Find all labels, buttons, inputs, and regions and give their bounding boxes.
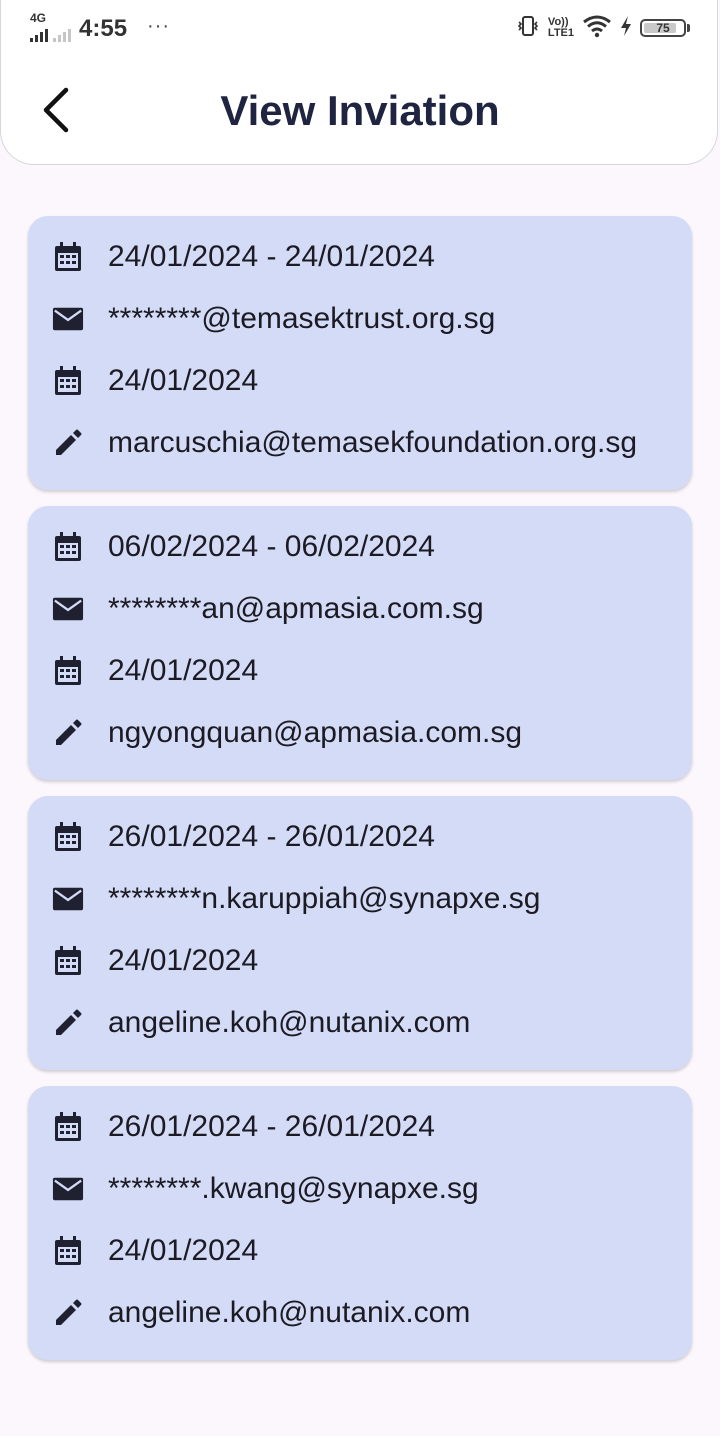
- created-by-email: angeline.koh@nutanix.com: [108, 1006, 471, 1039]
- mail-icon: [52, 1173, 84, 1205]
- invitee-email: ********@temasektrust.org.sg: [108, 302, 496, 335]
- created-by-row: angeline.koh@nutanix.com: [28, 1282, 692, 1344]
- invitation-card[interactable]: 24/01/2024 - 24/01/2024 ********@temasek…: [28, 216, 692, 490]
- calendar-icon: [52, 241, 84, 273]
- created-date-row: 24/01/2024: [28, 1220, 692, 1282]
- date-range: 06/02/2024 - 06/02/2024: [108, 530, 435, 563]
- date-range: 26/01/2024 - 26/01/2024: [108, 820, 435, 853]
- created-date: 24/01/2024: [108, 654, 259, 687]
- pencil-icon: [52, 1007, 84, 1039]
- calendar-icon: [52, 365, 84, 397]
- calendar-icon: [52, 1235, 84, 1267]
- charging-icon: [620, 15, 632, 42]
- created-by-email: ngyongquan@apmasia.com.sg: [108, 716, 523, 749]
- created-by-row: marcuschia@temasekfoundation.org.sg: [28, 412, 692, 474]
- date-range: 24/01/2024 - 24/01/2024: [108, 240, 435, 273]
- more-notifications-icon: ···: [147, 14, 171, 37]
- pencil-icon: [52, 717, 84, 749]
- created-by-row: angeline.koh@nutanix.com: [28, 992, 692, 1054]
- email-row: ********an@apmasia.com.sg: [28, 578, 692, 640]
- created-date: 24/01/2024: [108, 1234, 259, 1267]
- vibrate-icon: [516, 14, 540, 43]
- created-date-row: 24/01/2024: [28, 350, 692, 412]
- mail-icon: [52, 303, 84, 335]
- email-row: ********n.karuppiah@synapxe.sg: [28, 868, 692, 930]
- status-bar: 4G 4:55 ··· Vo)) LTE1 75: [0, 0, 720, 56]
- calendar-icon: [52, 655, 84, 687]
- invitation-card[interactable]: 06/02/2024 - 06/02/2024 ********an@apmas…: [28, 506, 692, 780]
- pencil-icon: [52, 427, 84, 459]
- calendar-icon: [52, 531, 84, 563]
- lte-label: LTE1: [547, 27, 574, 39]
- invitee-email: ********.kwang@synapxe.sg: [108, 1172, 479, 1205]
- created-by-email: angeline.koh@nutanix.com: [108, 1296, 471, 1329]
- created-by-email: marcuschia@temasekfoundation.org.sg: [108, 426, 638, 459]
- wifi-icon: [582, 14, 612, 43]
- date-range-row: 26/01/2024 - 26/01/2024: [28, 806, 692, 868]
- created-date: 24/01/2024: [108, 944, 259, 977]
- app-bar: View Inviation: [0, 56, 720, 165]
- created-date-row: 24/01/2024: [28, 930, 692, 992]
- date-range-row: 26/01/2024 - 26/01/2024: [28, 1096, 692, 1158]
- email-row: ********.kwang@synapxe.sg: [28, 1158, 692, 1220]
- created-date: 24/01/2024: [108, 364, 259, 397]
- mail-icon: [52, 593, 84, 625]
- calendar-icon: [52, 1111, 84, 1143]
- invitation-list: 24/01/2024 - 24/01/2024 ********@temasek…: [28, 216, 692, 1376]
- page-title: View Inviation: [220, 87, 500, 134]
- volte-indicator: Vo)) LTE1: [548, 17, 574, 39]
- invitee-email: ********an@apmasia.com.sg: [108, 592, 484, 625]
- calendar-icon: [52, 821, 84, 853]
- invitee-email: ********n.karuppiah@synapxe.sg: [108, 882, 541, 915]
- signal-icon: [30, 28, 48, 42]
- date-range-row: 06/02/2024 - 06/02/2024: [28, 516, 692, 578]
- status-left: 4G 4:55 ···: [30, 11, 171, 44]
- created-date-row: 24/01/2024: [28, 640, 692, 702]
- calendar-icon: [52, 945, 84, 977]
- status-right: Vo)) LTE1 75: [516, 12, 690, 44]
- date-range-row: 24/01/2024 - 24/01/2024: [28, 226, 692, 288]
- email-row: ********@temasektrust.org.sg: [28, 288, 692, 350]
- mail-icon: [52, 883, 84, 915]
- battery-level: 75: [656, 21, 670, 35]
- signal-icon-secondary: [53, 28, 71, 42]
- pencil-icon: [52, 1297, 84, 1329]
- invitation-card[interactable]: 26/01/2024 - 26/01/2024 ********n.karupp…: [28, 796, 692, 1070]
- date-range: 26/01/2024 - 26/01/2024: [108, 1110, 435, 1143]
- invitation-card[interactable]: 26/01/2024 - 26/01/2024 ********.kwang@s…: [28, 1086, 692, 1360]
- created-by-row: ngyongquan@apmasia.com.sg: [28, 702, 692, 764]
- clock: 4:55: [79, 15, 128, 42]
- network-type-label: 4G: [30, 11, 47, 25]
- battery-icon: 75: [640, 19, 690, 37]
